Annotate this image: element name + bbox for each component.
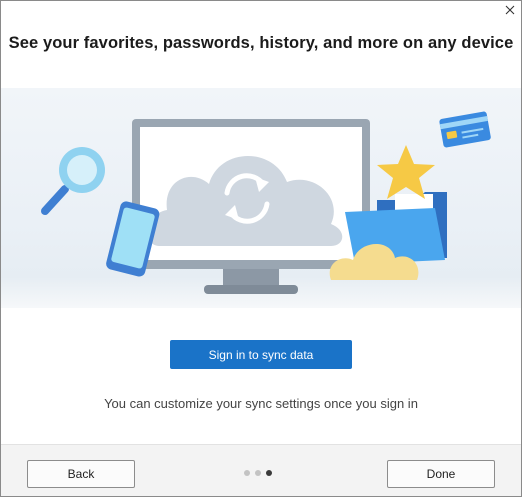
credit-card-icon bbox=[439, 111, 491, 148]
page-indicator bbox=[244, 470, 277, 478]
dialog-title: See your favorites, passwords, history, … bbox=[8, 34, 514, 52]
back-button[interactable]: Back bbox=[27, 460, 135, 488]
page-dot-active bbox=[266, 470, 272, 476]
sign-in-button[interactable]: Sign in to sync data bbox=[170, 340, 352, 369]
sync-dialog: See your favorites, passwords, history, … bbox=[0, 0, 522, 497]
dialog-footer: Back Done bbox=[1, 444, 521, 496]
star-icon bbox=[377, 145, 435, 199]
page-dot bbox=[244, 470, 250, 476]
page-dot bbox=[255, 470, 261, 476]
magnifier-icon bbox=[41, 147, 105, 215]
close-icon[interactable] bbox=[503, 3, 517, 17]
sync-illustration bbox=[1, 88, 521, 308]
done-button[interactable]: Done bbox=[387, 460, 495, 488]
sync-settings-hint: You can customize your sync settings onc… bbox=[104, 396, 418, 411]
